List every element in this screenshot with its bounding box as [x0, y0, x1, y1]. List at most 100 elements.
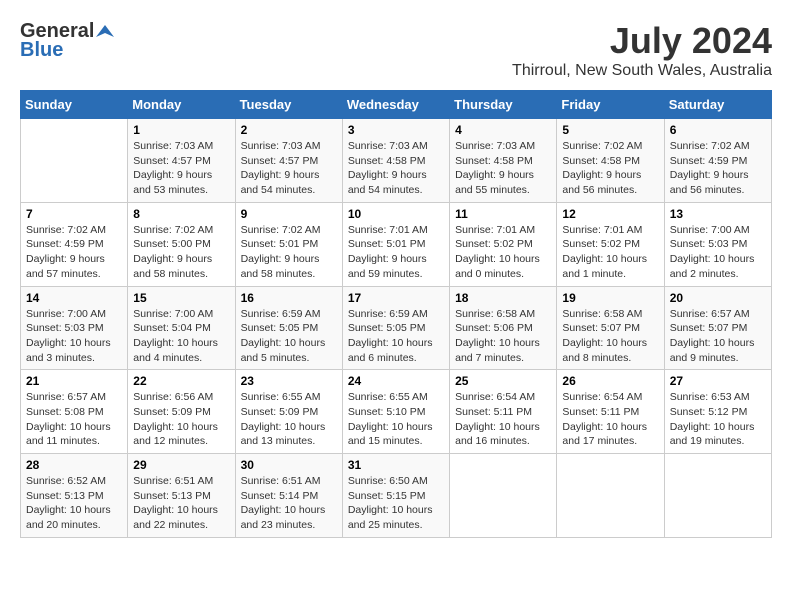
day-number: 29	[133, 458, 229, 472]
day-header-sunday: Sunday	[21, 91, 128, 119]
day-info: Sunrise: 7:02 AM Sunset: 5:00 PM Dayligh…	[133, 223, 229, 282]
day-header-monday: Monday	[128, 91, 235, 119]
day-info: Sunrise: 6:57 AM Sunset: 5:08 PM Dayligh…	[26, 390, 122, 449]
day-header-saturday: Saturday	[664, 91, 771, 119]
week-row-3: 14 Sunrise: 7:00 AM Sunset: 5:03 PM Dayli…	[21, 286, 772, 370]
logo: General Blue	[20, 20, 114, 62]
day-header-tuesday: Tuesday	[235, 91, 342, 119]
day-number: 4	[455, 123, 551, 137]
day-number: 7	[26, 207, 122, 221]
day-info: Sunrise: 7:01 AM Sunset: 5:02 PM Dayligh…	[562, 223, 658, 282]
day-info: Sunrise: 6:56 AM Sunset: 5:09 PM Dayligh…	[133, 390, 229, 449]
day-cell: 28 Sunrise: 6:52 AM Sunset: 5:13 PM Dayli…	[21, 454, 128, 538]
day-number: 28	[26, 458, 122, 472]
week-row-5: 28 Sunrise: 6:52 AM Sunset: 5:13 PM Dayli…	[21, 454, 772, 538]
day-info: Sunrise: 6:54 AM Sunset: 5:11 PM Dayligh…	[455, 390, 551, 449]
day-number: 12	[562, 207, 658, 221]
day-cell: 1Sunrise: 7:03 AM Sunset: 4:57 PM Daylig…	[128, 119, 235, 203]
day-number: 18	[455, 291, 551, 305]
day-number: 14	[26, 291, 122, 305]
day-info: Sunrise: 7:03 AM Sunset: 4:58 PM Dayligh…	[348, 139, 444, 198]
day-cell: 2Sunrise: 7:03 AM Sunset: 4:57 PM Daylig…	[235, 119, 342, 203]
day-cell: 26 Sunrise: 6:54 AM Sunset: 5:11 PM Dayli…	[557, 370, 664, 454]
day-info: Sunrise: 7:01 AM Sunset: 5:02 PM Dayligh…	[455, 223, 551, 282]
day-cell: 23 Sunrise: 6:55 AM Sunset: 5:09 PM Dayli…	[235, 370, 342, 454]
day-info: Sunrise: 6:58 AM Sunset: 5:06 PM Dayligh…	[455, 307, 551, 366]
day-cell: 19 Sunrise: 6:58 AM Sunset: 5:07 PM Dayli…	[557, 286, 664, 370]
day-info: Sunrise: 7:02 AM Sunset: 4:59 PM Dayligh…	[26, 223, 122, 282]
day-cell: 30Sunrise: 6:51 AM Sunset: 5:14 PM Dayli…	[235, 454, 342, 538]
day-number: 19	[562, 291, 658, 305]
day-info: Sunrise: 6:51 AM Sunset: 5:13 PM Dayligh…	[133, 474, 229, 533]
day-number: 15	[133, 291, 229, 305]
day-info: Sunrise: 6:55 AM Sunset: 5:09 PM Dayligh…	[241, 390, 337, 449]
day-number: 22	[133, 374, 229, 388]
day-info: Sunrise: 7:00 AM Sunset: 5:03 PM Dayligh…	[26, 307, 122, 366]
day-header-thursday: Thursday	[450, 91, 557, 119]
day-number: 26	[562, 374, 658, 388]
day-cell: 8 Sunrise: 7:02 AM Sunset: 5:00 PM Daylig…	[128, 202, 235, 286]
day-cell: 20Sunrise: 6:57 AM Sunset: 5:07 PM Dayli…	[664, 286, 771, 370]
day-cell: 17 Sunrise: 6:59 AM Sunset: 5:05 PM Dayli…	[342, 286, 449, 370]
logo-bird-icon	[96, 23, 114, 41]
day-info: Sunrise: 6:54 AM Sunset: 5:11 PM Dayligh…	[562, 390, 658, 449]
title-area: July 2024 Thirroul, New South Wales, Aus…	[512, 20, 772, 80]
day-number: 24	[348, 374, 444, 388]
day-cell: 29 Sunrise: 6:51 AM Sunset: 5:13 PM Dayli…	[128, 454, 235, 538]
day-number: 25	[455, 374, 551, 388]
day-info: Sunrise: 7:02 AM Sunset: 5:01 PM Dayligh…	[241, 223, 337, 282]
month-title: July 2024	[512, 20, 772, 62]
day-number: 6	[670, 123, 766, 137]
day-cell: 27 Sunrise: 6:53 AM Sunset: 5:12 PM Dayli…	[664, 370, 771, 454]
day-info: Sunrise: 6:53 AM Sunset: 5:12 PM Dayligh…	[670, 390, 766, 449]
calendar-table: SundayMondayTuesdayWednesdayThursdayFrid…	[20, 90, 772, 538]
day-number: 16	[241, 291, 337, 305]
day-cell	[664, 454, 771, 538]
day-cell: 21 Sunrise: 6:57 AM Sunset: 5:08 PM Dayli…	[21, 370, 128, 454]
day-cell: 25 Sunrise: 6:54 AM Sunset: 5:11 PM Dayli…	[450, 370, 557, 454]
day-info: Sunrise: 7:03 AM Sunset: 4:58 PM Dayligh…	[455, 139, 551, 198]
day-cell: 6Sunrise: 7:02 AM Sunset: 4:59 PM Daylig…	[664, 119, 771, 203]
day-cell: 5 Sunrise: 7:02 AM Sunset: 4:58 PM Daylig…	[557, 119, 664, 203]
day-info: Sunrise: 7:02 AM Sunset: 4:58 PM Dayligh…	[562, 139, 658, 198]
day-cell: 9Sunrise: 7:02 AM Sunset: 5:01 PM Daylig…	[235, 202, 342, 286]
day-info: Sunrise: 6:59 AM Sunset: 5:05 PM Dayligh…	[348, 307, 444, 366]
day-cell: 22 Sunrise: 6:56 AM Sunset: 5:09 PM Dayli…	[128, 370, 235, 454]
days-header-row: SundayMondayTuesdayWednesdayThursdayFrid…	[21, 91, 772, 119]
day-number: 13	[670, 207, 766, 221]
day-number: 20	[670, 291, 766, 305]
week-row-4: 21 Sunrise: 6:57 AM Sunset: 5:08 PM Dayli…	[21, 370, 772, 454]
day-header-friday: Friday	[557, 91, 664, 119]
day-cell: 10 Sunrise: 7:01 AM Sunset: 5:01 PM Dayli…	[342, 202, 449, 286]
day-info: Sunrise: 7:00 AM Sunset: 5:03 PM Dayligh…	[670, 223, 766, 282]
day-info: Sunrise: 6:58 AM Sunset: 5:07 PM Dayligh…	[562, 307, 658, 366]
day-number: 10	[348, 207, 444, 221]
day-cell: 4 Sunrise: 7:03 AM Sunset: 4:58 PM Daylig…	[450, 119, 557, 203]
day-number: 23	[241, 374, 337, 388]
day-number: 11	[455, 207, 551, 221]
day-cell: 15 Sunrise: 7:00 AM Sunset: 5:04 PM Dayli…	[128, 286, 235, 370]
day-cell: 3Sunrise: 7:03 AM Sunset: 4:58 PM Daylig…	[342, 119, 449, 203]
day-number: 17	[348, 291, 444, 305]
day-number: 5	[562, 123, 658, 137]
day-info: Sunrise: 6:51 AM Sunset: 5:14 PM Dayligh…	[241, 474, 337, 533]
day-number: 2	[241, 123, 337, 137]
day-info: Sunrise: 7:00 AM Sunset: 5:04 PM Dayligh…	[133, 307, 229, 366]
day-info: Sunrise: 7:03 AM Sunset: 4:57 PM Dayligh…	[133, 139, 229, 198]
day-number: 8	[133, 207, 229, 221]
day-number: 27	[670, 374, 766, 388]
day-info: Sunrise: 6:52 AM Sunset: 5:13 PM Dayligh…	[26, 474, 122, 533]
day-cell: 24 Sunrise: 6:55 AM Sunset: 5:10 PM Dayli…	[342, 370, 449, 454]
week-row-2: 7 Sunrise: 7:02 AM Sunset: 4:59 PM Daylig…	[21, 202, 772, 286]
logo-blue: Blue	[20, 39, 63, 62]
day-info: Sunrise: 6:50 AM Sunset: 5:15 PM Dayligh…	[348, 474, 444, 533]
day-cell: 11 Sunrise: 7:01 AM Sunset: 5:02 PM Dayli…	[450, 202, 557, 286]
header: General Blue July 2024 Thirroul, New Sou…	[20, 20, 772, 80]
day-info: Sunrise: 6:55 AM Sunset: 5:10 PM Dayligh…	[348, 390, 444, 449]
day-cell	[21, 119, 128, 203]
day-info: Sunrise: 7:01 AM Sunset: 5:01 PM Dayligh…	[348, 223, 444, 282]
day-cell: 14 Sunrise: 7:00 AM Sunset: 5:03 PM Dayli…	[21, 286, 128, 370]
day-number: 21	[26, 374, 122, 388]
day-cell: 31Sunrise: 6:50 AM Sunset: 5:15 PM Dayli…	[342, 454, 449, 538]
day-cell: 7 Sunrise: 7:02 AM Sunset: 4:59 PM Daylig…	[21, 202, 128, 286]
